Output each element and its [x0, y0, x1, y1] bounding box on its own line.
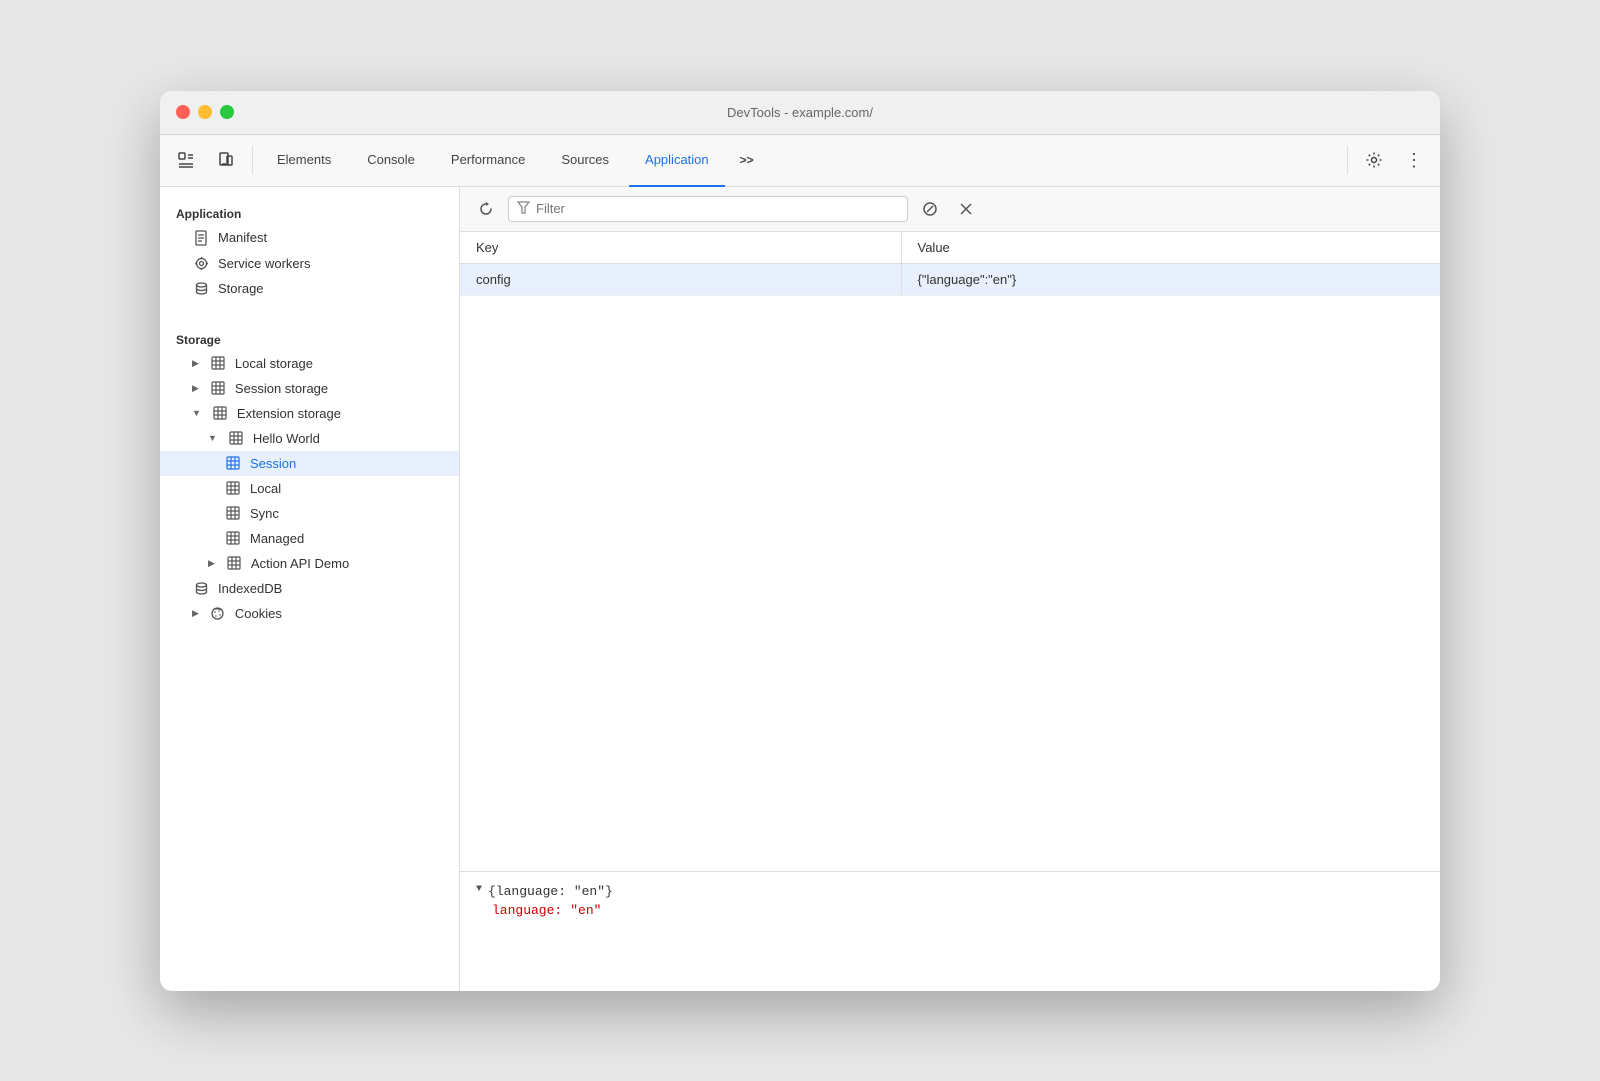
sidebar-item-service-workers[interactable]: Service workers — [160, 251, 459, 276]
close-button[interactable] — [952, 195, 980, 223]
table-icon-2 — [209, 381, 227, 395]
indexeddb-icon — [192, 581, 210, 596]
traffic-lights — [176, 105, 234, 119]
maximize-button[interactable] — [220, 105, 234, 119]
main-panel: Key Value config {"language":"en"} — [460, 187, 1440, 991]
preview-chevron-icon: ▼ — [476, 884, 482, 895]
preview-panel: ▼ {language: "en"} language: "en" — [460, 871, 1440, 991]
sidebar-item-indexeddb[interactable]: IndexedDB — [160, 576, 459, 601]
table-icon-3 — [211, 406, 229, 420]
storage-table: Key Value config {"language":"en"} — [460, 232, 1440, 296]
sidebar: Application Manifest — [160, 187, 460, 991]
table-icon-8 — [224, 531, 242, 545]
more-tabs-button[interactable]: >> — [729, 142, 765, 178]
devtools-window: DevTools - example.com/ Elements Cons — [160, 91, 1440, 991]
panel-toolbar — [460, 187, 1440, 232]
service-worker-icon — [192, 256, 210, 271]
filter-input-box[interactable] — [508, 196, 908, 222]
refresh-button[interactable] — [472, 195, 500, 223]
preview-property-value: "en" — [570, 903, 601, 918]
sidebar-item-local[interactable]: Local — [160, 476, 459, 501]
table-icon-9 — [225, 556, 243, 570]
toolbar-separator — [252, 146, 253, 174]
sidebar-section-application: Application — [160, 199, 459, 225]
sidebar-item-session[interactable]: Session — [160, 451, 459, 476]
storage-icon — [192, 281, 210, 296]
preview-property-row: language: "en" — [476, 903, 1424, 918]
toolbar-right: ⋮ — [1343, 142, 1432, 178]
minimize-button[interactable] — [198, 105, 212, 119]
sidebar-item-local-storage[interactable]: ▶ Local storage — [160, 351, 459, 376]
table-row[interactable]: config {"language":"en"} — [460, 263, 1440, 295]
sidebar-item-action-api-demo[interactable]: ▶ Action API Demo — [160, 551, 459, 576]
cookie-icon — [209, 606, 227, 621]
toolbar-right-separator — [1347, 146, 1348, 174]
tab-sources[interactable]: Sources — [545, 135, 625, 187]
select-tool-button[interactable] — [168, 142, 204, 178]
key-column-header: Key — [460, 232, 901, 264]
titlebar: DevTools - example.com/ — [160, 91, 1440, 135]
document-icon — [192, 230, 210, 246]
value-column-header: Value — [901, 232, 1440, 264]
tab-application[interactable]: Application — [629, 135, 725, 187]
sidebar-item-session-storage[interactable]: ▶ Session storage — [160, 376, 459, 401]
sidebar-item-hello-world[interactable]: ▼ Hello World — [160, 426, 459, 451]
value-cell: {"language":"en"} — [901, 263, 1440, 295]
table-icon-7 — [224, 506, 242, 520]
filter-input[interactable] — [536, 201, 899, 216]
table-icon-4 — [227, 431, 245, 445]
chevron-right-icon-4: ▶ — [192, 608, 199, 619]
key-cell: config — [460, 263, 901, 295]
tab-elements[interactable]: Elements — [261, 135, 347, 187]
table-icon-6 — [224, 481, 242, 495]
table-icon-5 — [224, 456, 242, 470]
sidebar-item-storage[interactable]: Storage — [160, 276, 459, 301]
sidebar-item-extension-storage[interactable]: ▼ Extension storage — [160, 401, 459, 426]
chevron-right-icon-2: ▶ — [192, 383, 199, 394]
settings-button[interactable] — [1356, 142, 1392, 178]
preview-object-row: ▼ {language: "en"} — [476, 884, 1424, 899]
clear-filter-button[interactable] — [916, 195, 944, 223]
sidebar-section-storage: Storage — [160, 325, 459, 351]
preview-property-key: language: — [492, 903, 562, 918]
device-toolbar-button[interactable] — [208, 142, 244, 178]
data-table-container: Key Value config {"language":"en"} — [460, 232, 1440, 871]
chevron-down-icon: ▼ — [192, 408, 201, 418]
window-title: DevTools - example.com/ — [727, 105, 873, 120]
chevron-down-icon-2: ▼ — [208, 433, 217, 443]
sidebar-item-sync[interactable]: Sync — [160, 501, 459, 526]
preview-object-label: {language: "en"} — [488, 884, 613, 899]
tab-console[interactable]: Console — [351, 135, 431, 187]
close-button[interactable] — [176, 105, 190, 119]
chevron-right-icon: ▶ — [192, 358, 199, 369]
table-icon — [209, 356, 227, 370]
chevron-right-icon-3: ▶ — [208, 558, 215, 569]
filter-icon — [517, 201, 530, 217]
nav-toolbar: Elements Console Performance Sources App… — [160, 135, 1440, 187]
more-options-button[interactable]: ⋮ — [1396, 142, 1432, 178]
main-content: Application Manifest — [160, 187, 1440, 991]
sidebar-item-cookies[interactable]: ▶ Cookies — [160, 601, 459, 626]
sidebar-item-managed[interactable]: Managed — [160, 526, 459, 551]
sidebar-item-manifest[interactable]: Manifest — [160, 225, 459, 251]
tab-performance[interactable]: Performance — [435, 135, 541, 187]
